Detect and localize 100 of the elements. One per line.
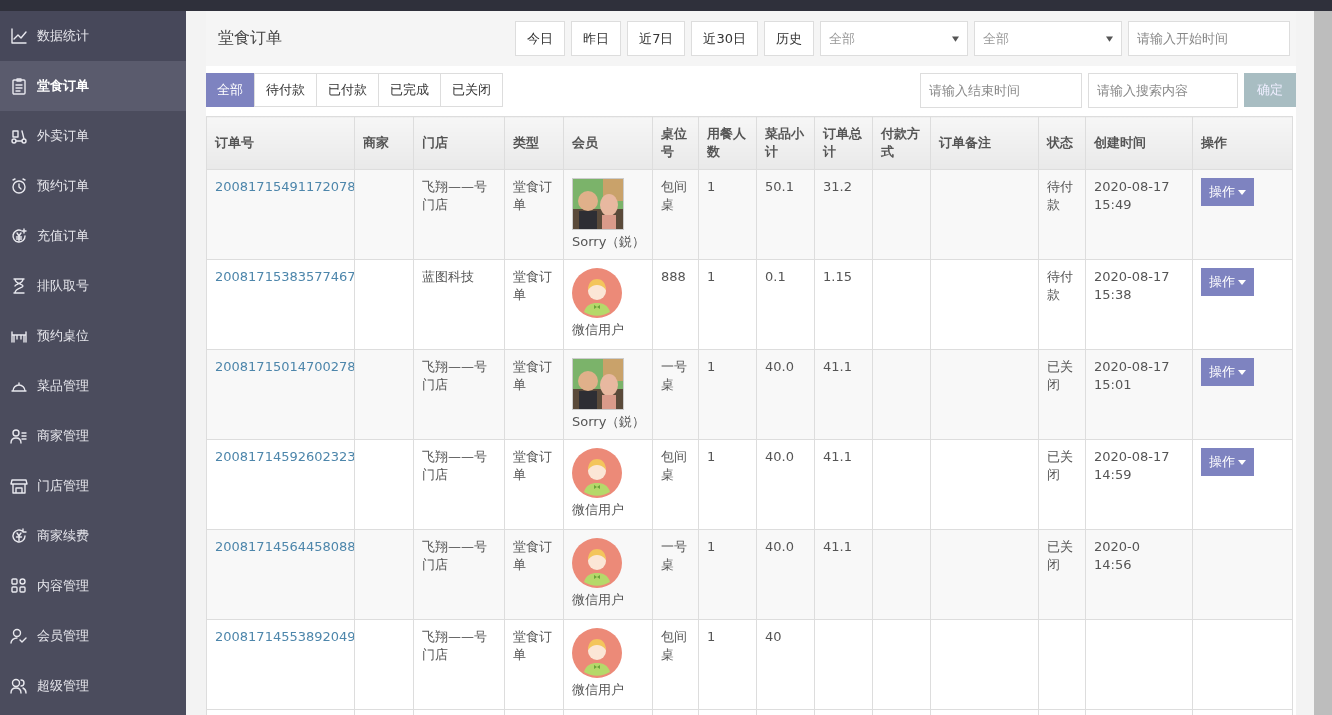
table-cell: 40.0 [756, 349, 815, 440]
table-cell: 已关闭 [1038, 349, 1086, 440]
action-dropdown-button[interactable]: 操作 [1201, 178, 1254, 206]
alarm-clock-icon [10, 177, 28, 195]
user-list-icon [10, 427, 28, 445]
sidebar-item[interactable]: 充值订单 [0, 211, 186, 261]
avatar-icon [572, 628, 622, 678]
table-cell: 已关闭 [1038, 529, 1086, 620]
column-header: 订单总计 [814, 116, 873, 170]
date-button[interactable]: 今日 [515, 21, 566, 56]
yen-coin-icon [10, 227, 28, 245]
table-cell: 飞翔——号门店 [413, 349, 505, 440]
table-cell: 堂食订单 [504, 619, 564, 710]
input-field[interactable]: 请输入开始时间 [1128, 21, 1290, 56]
grid-icon [10, 577, 28, 595]
table-cell: 堂食订单 [504, 169, 564, 260]
member-name: 微信用户 [572, 321, 625, 339]
member-name: 微信用户 [572, 501, 625, 519]
sidebar-item[interactable]: 商家续费 [0, 511, 186, 561]
sidebar-item[interactable]: 排队取号 [0, 261, 186, 311]
table-cell: 2020-08-17 15:01 [1085, 349, 1193, 440]
column-header: 门店 [413, 116, 505, 170]
status-tab[interactable]: 全部 [206, 73, 255, 107]
column-header: 状态 [1038, 116, 1086, 170]
table-cell: 堂食订单 [504, 439, 564, 530]
date-button[interactable]: 历史 [764, 21, 814, 56]
table-cell: 0.1 [756, 259, 815, 350]
status-tab[interactable]: 待付款 [254, 73, 317, 107]
sidebar-item[interactable]: 商家管理 [0, 411, 186, 461]
table-cell: 1 [698, 169, 757, 260]
column-header: 付款方式 [872, 116, 931, 170]
user-check-icon [10, 627, 28, 645]
page-title: 堂食订单 [218, 28, 282, 49]
sidebar-item[interactable]: 内容管理 [0, 561, 186, 611]
table-cell: 1 [698, 439, 757, 530]
table-cell: 飞翔——号门店 [413, 439, 505, 530]
sidebar-item[interactable]: 菜品管理 [0, 361, 186, 411]
table-cell: 堂食订单 [504, 529, 564, 620]
sidebar-item[interactable]: 外卖订单 [0, 111, 186, 161]
table-cell: 2020-08-17 15:49 [1085, 169, 1193, 260]
table-cell: 41.1 [814, 439, 873, 530]
input-field[interactable]: 请输入结束时间 [920, 72, 1082, 108]
scooter-icon [10, 127, 28, 145]
action-dropdown-button[interactable]: 操作 [1201, 358, 1254, 386]
member-name: 微信用户 [572, 681, 625, 699]
sidebar-item[interactable]: 门店管理 [0, 461, 186, 511]
sidebar-item[interactable]: 预约订单 [0, 161, 186, 211]
table-cell: 1 [698, 349, 757, 440]
table-cell: 41.1 [814, 349, 873, 440]
caret-icon [1106, 35, 1113, 42]
column-header: 商家 [354, 116, 414, 170]
sidebar-item[interactable]: 会员管理 [0, 611, 186, 661]
table-cell: 2020-08-17 14:59 [1085, 439, 1193, 530]
table-cell: 飞翔——号门店 [413, 169, 505, 260]
column-header: 用餐人数 [698, 116, 757, 170]
table-cell: 包间桌 [652, 169, 699, 260]
table-cell: 41.1 [814, 529, 873, 620]
scrollbar[interactable] [1314, 11, 1332, 715]
table-cell: 40 [756, 619, 815, 710]
column-header: 创建时间 [1085, 116, 1193, 170]
member-name: 微信用户 [572, 591, 625, 609]
table-cell: 包间桌 [652, 439, 699, 530]
member-name: Sorry（鋭） [572, 413, 644, 431]
table-cell: 1 [698, 619, 757, 710]
avatar-icon [572, 538, 622, 588]
chart-icon [10, 27, 28, 45]
sidebar-item[interactable]: 数据统计 [0, 11, 186, 61]
avatar-icon [572, 448, 622, 498]
action-dropdown-button[interactable]: 操作 [1201, 268, 1254, 296]
table-cell: 堂食订单 [504, 349, 564, 440]
avatar-icon [572, 268, 622, 318]
sidebar-item[interactable]: 堂食订单 [0, 61, 186, 111]
table-cell: 飞翔——号门店 [413, 529, 505, 620]
caret-icon [952, 35, 959, 42]
table-cell: 2020-0 14:56 [1085, 529, 1193, 620]
table-cell: 1 [698, 529, 757, 620]
table-cell: 1 [698, 259, 757, 350]
table-cell: 一号桌 [652, 529, 699, 620]
caret-icon [1238, 369, 1246, 375]
table-cell: 堂食订单 [504, 259, 564, 350]
caret-icon [1238, 189, 1246, 195]
sidebar-item[interactable]: 超级管理 [0, 661, 186, 711]
date-button[interactable]: 近30日 [691, 21, 758, 56]
action-dropdown-button[interactable]: 操作 [1201, 448, 1254, 476]
users-icon [10, 677, 28, 695]
status-tab[interactable]: 已付款 [316, 73, 379, 107]
sidebar-item[interactable]: 预约桌位 [0, 311, 186, 361]
status-tab[interactable]: 已关闭 [440, 73, 503, 107]
status-tab[interactable]: 已完成 [378, 73, 441, 107]
column-header: 菜品小计 [756, 116, 815, 170]
caret-icon [1238, 279, 1246, 285]
date-button[interactable]: 昨日 [571, 21, 622, 56]
input-field[interactable]: 请输入搜索内容 [1088, 72, 1238, 108]
date-button[interactable]: 近7日 [627, 21, 686, 56]
clipboard-icon [10, 77, 28, 95]
table-cell: 飞翔——号门店 [413, 619, 505, 710]
table-cell: 40.0 [756, 439, 815, 530]
caret-icon [1238, 459, 1246, 465]
yen-refresh-icon [10, 527, 28, 545]
table-cell: 待付款 [1038, 259, 1086, 350]
